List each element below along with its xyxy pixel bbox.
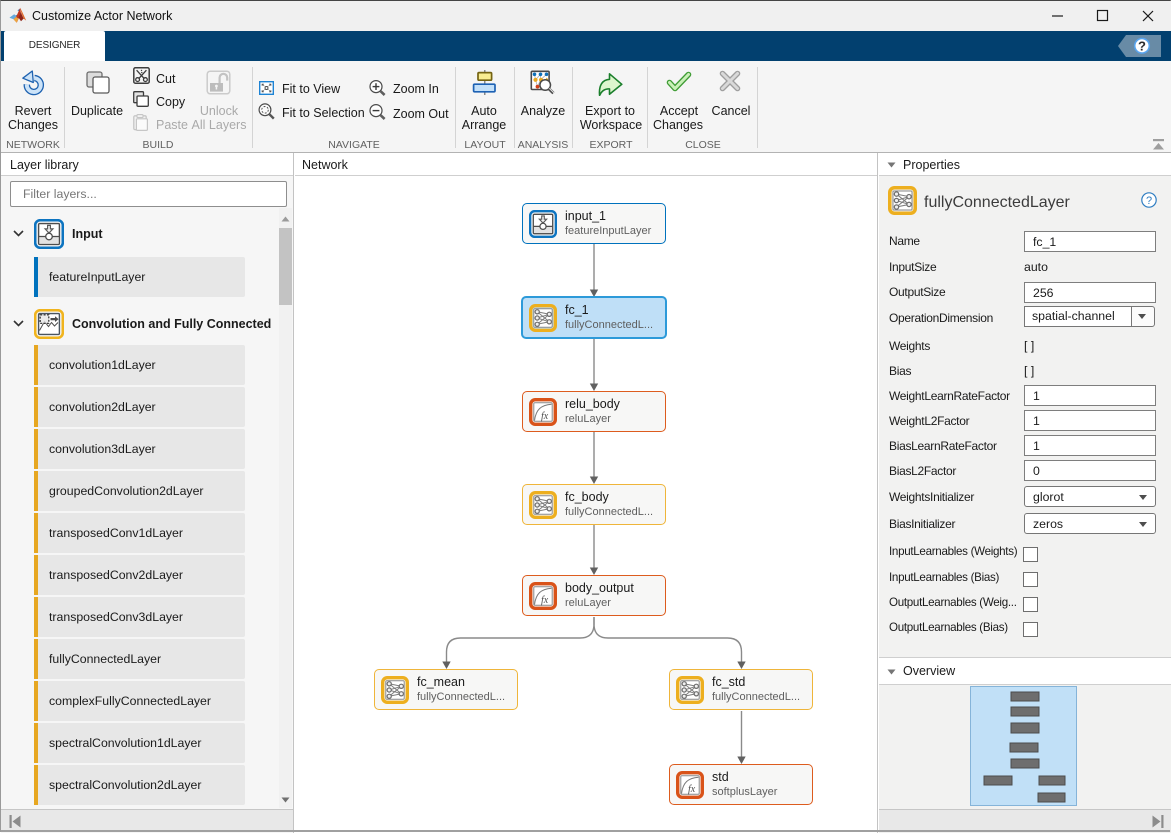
svg-text:fx: fx bbox=[688, 784, 696, 795]
svg-text:?: ? bbox=[1138, 39, 1146, 54]
svg-text:?: ? bbox=[1146, 195, 1152, 207]
svg-text:fx: fx bbox=[541, 411, 549, 422]
svg-text:fx: fx bbox=[541, 595, 549, 606]
